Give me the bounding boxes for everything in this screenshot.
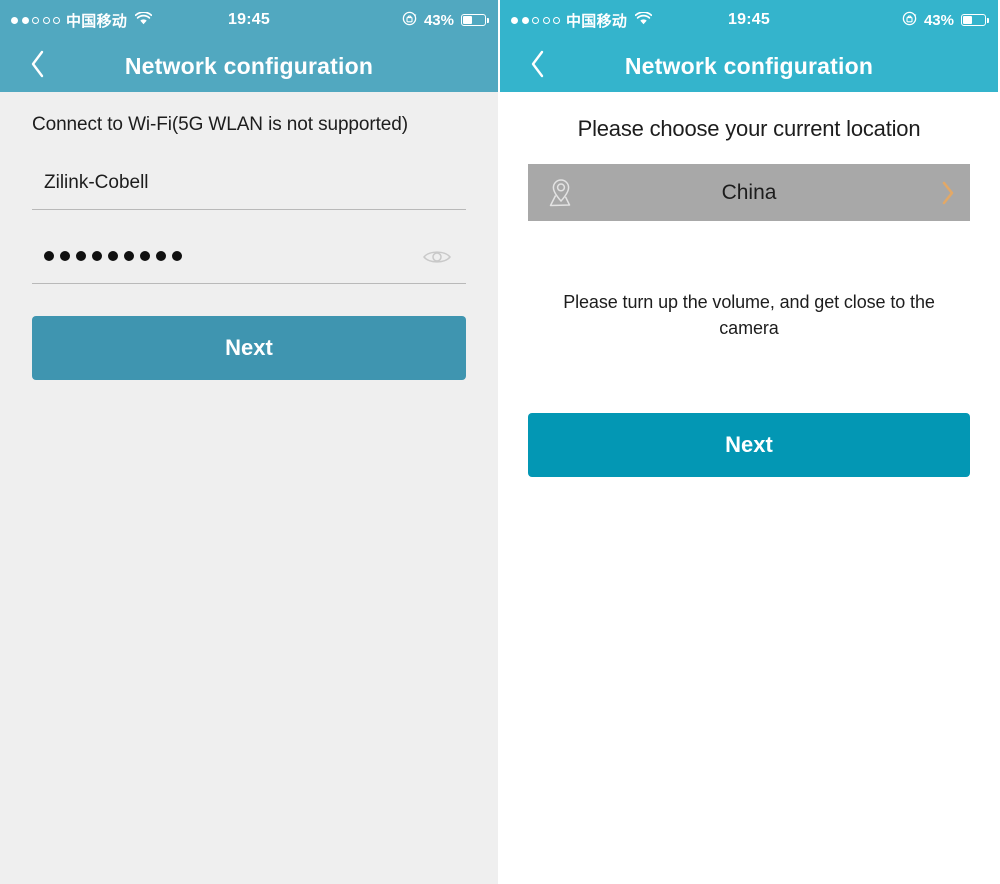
back-button-right[interactable] xyxy=(520,46,554,86)
status-bar-right: 中国移动 19:45 43% xyxy=(500,0,998,40)
nav-bar-left: Network configuration xyxy=(0,40,498,92)
location-value: China xyxy=(721,180,777,204)
next-button-right-wrap: Next xyxy=(528,413,970,478)
nav-bar-right: Network configuration xyxy=(500,40,998,92)
page-title-left: Network configuration xyxy=(124,52,374,79)
password-input[interactable] xyxy=(32,251,182,263)
next-button-right[interactable]: Next xyxy=(528,413,970,478)
back-button-left[interactable] xyxy=(20,46,54,86)
battery-icon xyxy=(961,14,989,26)
password-mask-dot xyxy=(156,251,166,261)
status-bar-time: 19:45 xyxy=(728,11,770,28)
location-selector-row[interactable]: China xyxy=(528,164,970,221)
password-mask-dot xyxy=(60,251,70,261)
ssid-field-row[interactable]: Zilink-Cobell xyxy=(32,157,466,210)
map-pin-icon xyxy=(542,174,580,212)
password-mask-dot xyxy=(140,251,150,261)
password-mask-dot xyxy=(92,251,102,261)
password-mask-dot xyxy=(108,251,118,261)
eye-icon[interactable] xyxy=(422,247,452,267)
battery-icon xyxy=(461,14,489,26)
chevron-left-icon xyxy=(529,49,546,84)
phone-screen-location-setup: 中国移动 19:45 43% Network configuration Ple… xyxy=(500,0,998,884)
status-bar-left: 中国移动 19:45 43% xyxy=(0,0,498,40)
volume-hint-text: Please turn up the volume, and get close… xyxy=(563,292,935,339)
chevron-left-icon xyxy=(29,49,46,84)
password-mask-dot xyxy=(44,251,54,261)
location-heading: Please choose your current location xyxy=(577,116,921,141)
password-mask-dot xyxy=(76,251,86,261)
phone-screen-wifi-setup: 中国移动 19:45 43% Network configuration Con… xyxy=(0,0,498,884)
next-button-left[interactable]: Next xyxy=(32,316,466,380)
ssid-input[interactable]: Zilink-Cobell xyxy=(32,172,149,194)
screenshot-stage: 中国移动 19:45 43% Network configuration Con… xyxy=(0,0,1000,884)
status-bar-time: 19:45 xyxy=(228,11,270,28)
wifi-form-label: Connect to Wi-Fi(5G WLAN is not supporte… xyxy=(32,114,408,135)
password-mask-dot xyxy=(172,251,182,261)
page-title-right: Network configuration xyxy=(624,52,874,79)
location-setup-content: Please choose your current location Chin… xyxy=(500,116,998,478)
wifi-form: Connect to Wi-Fi(5G WLAN is not supporte… xyxy=(0,114,498,380)
chevron-right-icon[interactable] xyxy=(940,180,956,206)
password-mask-dot xyxy=(124,251,134,261)
password-field-row[interactable] xyxy=(32,231,466,284)
